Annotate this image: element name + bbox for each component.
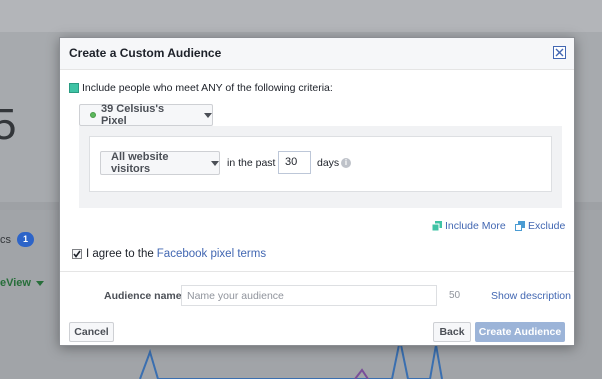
include-more-label: Include More	[445, 220, 506, 232]
exclude-label: Exclude	[528, 220, 566, 232]
agree-terms-row: I agree to the Facebook pixel terms	[72, 248, 266, 260]
audience-name-input[interactable]	[181, 285, 437, 306]
include-icon	[432, 221, 442, 231]
days-input[interactable]: 30	[278, 151, 311, 174]
visitors-type-label: All website visitors	[111, 151, 169, 175]
include-more-link[interactable]: Include More	[432, 220, 506, 232]
criteria-text: Include people who meet ANY of the follo…	[82, 82, 333, 94]
custom-audience-dialog: Create a Custom Audience Include people …	[59, 37, 575, 346]
visitors-type-dropdown[interactable]: All website visitors	[100, 151, 220, 175]
dialog-title: Create a Custom Audience	[69, 46, 222, 60]
close-icon[interactable]	[553, 46, 566, 59]
rule-panel: All website visitors in the past 30 days…	[79, 126, 562, 208]
exclude-link[interactable]: Exclude	[515, 220, 565, 232]
pixel-terms-link[interactable]: Facebook pixel terms	[157, 248, 266, 260]
exclude-icon	[515, 221, 525, 231]
criteria-color-square	[69, 83, 79, 93]
pixel-status-icon	[90, 112, 96, 118]
pixel-selector-dropdown[interactable]: 39 Celsius's Pixel	[79, 103, 213, 127]
show-description-link[interactable]: Show description	[491, 290, 571, 302]
background-big-number: 5	[0, 100, 17, 149]
info-icon[interactable]: i	[341, 158, 351, 168]
agree-terms-text: I agree to the	[86, 248, 154, 260]
char-limit-counter: 50	[449, 290, 461, 301]
background-label: cs	[0, 234, 11, 246]
background-view-label: eView	[0, 277, 31, 289]
chevron-down-icon	[36, 281, 44, 286]
agree-terms-checkbox[interactable]	[72, 249, 82, 259]
dialog-header: Create a Custom Audience	[60, 38, 574, 70]
criteria-description: Include people who meet ANY of the follo…	[69, 82, 333, 94]
cancel-button[interactable]: Cancel	[69, 322, 114, 342]
audience-name-label: Audience name	[104, 290, 182, 302]
back-button[interactable]: Back	[433, 322, 471, 342]
chevron-down-icon	[211, 160, 219, 166]
pixel-selector-label: 39 Celsius's Pixel	[100, 103, 165, 127]
chevron-down-icon	[204, 112, 212, 118]
divider	[60, 271, 574, 272]
background-header	[0, 0, 602, 32]
days-label: days	[317, 157, 340, 169]
create-audience-button[interactable]: Create Audience	[475, 322, 565, 342]
in-the-past-label: in the past	[227, 157, 276, 169]
background-count-badge: 1	[17, 232, 34, 247]
rule-box: All website visitors in the past 30 days…	[89, 136, 552, 192]
